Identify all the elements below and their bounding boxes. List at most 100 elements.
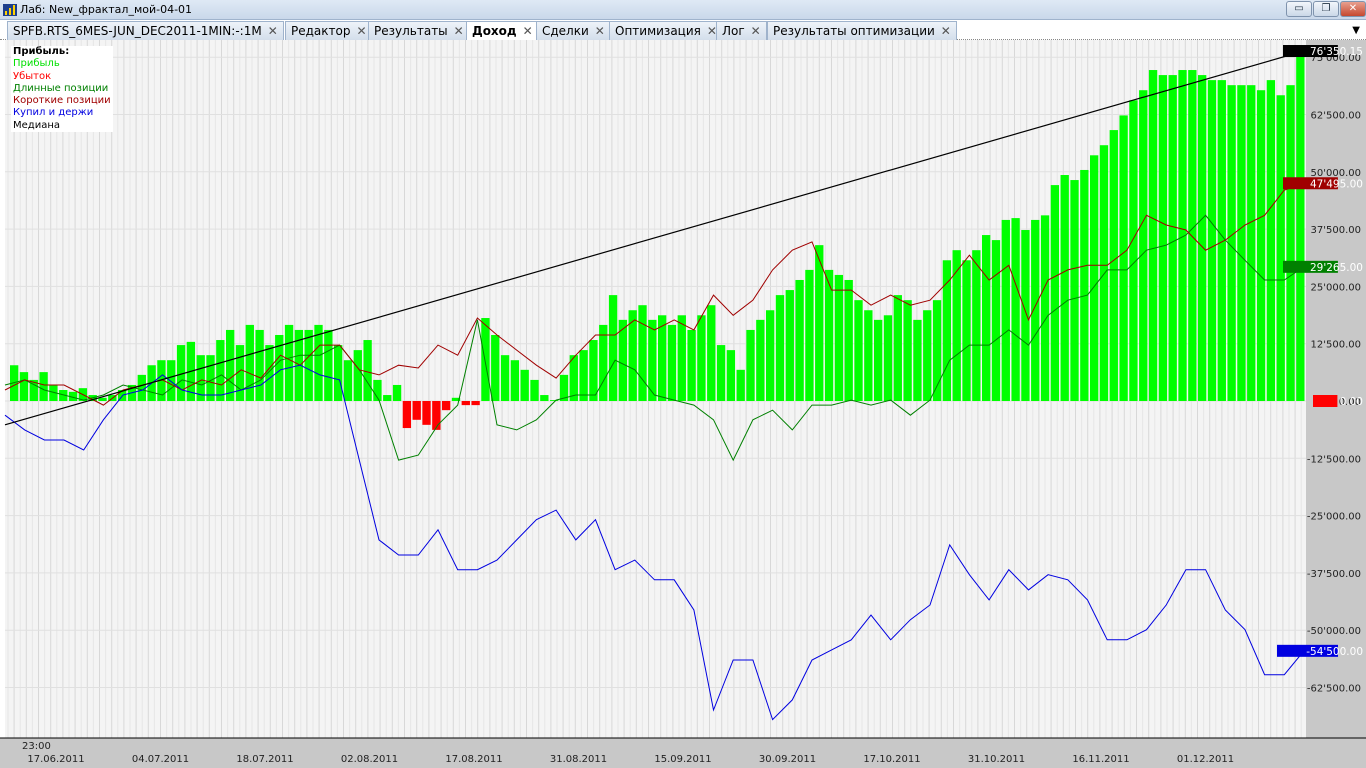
- profit-bar: [1090, 155, 1099, 401]
- tab-0[interactable]: SPFB.RTS_6MES-JUN_DEC2011-1MIN:-:1M ✕: [7, 21, 284, 40]
- profit-bar: [736, 369, 745, 401]
- profit-bar: [824, 269, 834, 401]
- tab-3[interactable]: Доход ✕: [466, 21, 539, 40]
- profit-bar: [510, 360, 520, 401]
- profit-bar: [589, 340, 598, 401]
- profit-bar: [1070, 180, 1079, 401]
- profit-bar: [1168, 75, 1177, 401]
- profit-bar: [903, 300, 912, 401]
- tab-close-icon[interactable]: ✕: [941, 24, 951, 38]
- tab-close-icon[interactable]: ✕: [595, 24, 605, 38]
- tab-5[interactable]: Оптимизация ✕: [609, 21, 723, 40]
- profit-bar: [1256, 90, 1266, 401]
- tab-close-icon[interactable]: ✕: [523, 24, 533, 38]
- y-tick-label: -37'500.00: [1307, 569, 1361, 580]
- legend-title: Прибыль:: [13, 46, 70, 57]
- tab-bar: SPFB.RTS_6MES-JUN_DEC2011-1MIN:-:1M ✕ Реда…: [0, 20, 1366, 40]
- tab-label: Редактор: [291, 24, 351, 38]
- y-tick-label: 12'500.00: [1311, 340, 1361, 351]
- profit-bar: [618, 319, 628, 401]
- profit-bar: [1099, 145, 1109, 401]
- profit-bar: [1286, 85, 1295, 401]
- profit-bar: [1119, 115, 1128, 401]
- tab-menu-icon[interactable]: ▼: [1352, 25, 1360, 36]
- profit-bar: [716, 345, 726, 401]
- profit-bar: [1050, 185, 1060, 401]
- tab-2[interactable]: Результаты ✕: [368, 21, 470, 40]
- profit-bar: [530, 379, 539, 401]
- profit-bar: [874, 319, 883, 401]
- profit-bar: [942, 260, 952, 401]
- profit-bar: [893, 295, 902, 401]
- profit-bar: [1237, 85, 1246, 401]
- profit-bar: [795, 279, 804, 401]
- profit-bar: [216, 340, 225, 401]
- profit-bar: [991, 240, 1001, 401]
- profit-bar: [608, 295, 618, 401]
- y-tick-label: 37'500.00: [1311, 225, 1361, 236]
- profit-bar: [1021, 230, 1030, 401]
- last-value-label: 47'495.00: [1310, 178, 1363, 190]
- profit-bar: [324, 329, 333, 401]
- profit-bar: [834, 274, 844, 401]
- loss-bar: [402, 401, 412, 429]
- tab-close-icon[interactable]: ✕: [751, 24, 761, 38]
- y-tick-label: 25'000.00: [1311, 282, 1361, 293]
- tab-close-icon[interactable]: ✕: [356, 24, 366, 38]
- profit-bar: [638, 305, 647, 401]
- profit-bar: [844, 279, 853, 401]
- profit-bar: [923, 310, 932, 401]
- restore-button[interactable]: ❐: [1313, 1, 1339, 17]
- profit-bar: [334, 345, 343, 401]
- profit-bar: [775, 295, 785, 401]
- loss-bar: [432, 401, 441, 430]
- profit-bar: [697, 315, 706, 401]
- profit-bar: [1139, 90, 1148, 401]
- x-tick-label: 31.10.2011: [968, 754, 1025, 765]
- profit-bar: [864, 310, 873, 401]
- profit-bar: [1109, 130, 1118, 401]
- profit-bar: [972, 250, 981, 401]
- profit-bar: [854, 300, 863, 401]
- profit-bar: [491, 334, 500, 401]
- minimize-button[interactable]: ▭: [1286, 1, 1312, 17]
- x-tick-label: 01.12.2011: [1177, 754, 1234, 765]
- y-tick-label: -50'000.00: [1307, 626, 1361, 637]
- profit-bar: [520, 369, 529, 401]
- profit-bar: [363, 340, 372, 401]
- profit-bar: [1148, 70, 1158, 401]
- profit-bar: [1207, 80, 1217, 401]
- profit-bar: [353, 350, 362, 401]
- legend-item: Убыток: [13, 70, 52, 82]
- profit-bar: [284, 324, 294, 401]
- tab-label: Оптимизация: [615, 24, 701, 38]
- tab-1[interactable]: Редактор ✕: [285, 21, 373, 40]
- income-chart: 75'000.0062'500.0050'000.0037'500.0025'0…: [0, 40, 1366, 768]
- profit-bar: [1276, 95, 1285, 402]
- profit-bar: [815, 245, 824, 401]
- profit-bar: [39, 372, 48, 401]
- tab-6[interactable]: Лог ✕: [716, 21, 767, 40]
- profit-bar: [1158, 75, 1168, 401]
- x-tick-label: 16.11.2011: [1072, 754, 1129, 765]
- profit-bar: [569, 355, 578, 401]
- profit-bar: [913, 319, 922, 401]
- profit-bar: [1040, 215, 1050, 401]
- close-button[interactable]: ✕: [1340, 1, 1366, 17]
- x-tick-label: 31.08.2011: [550, 754, 607, 765]
- profit-bar: [599, 324, 608, 401]
- profit-bar: [226, 329, 235, 401]
- tab-close-icon[interactable]: ✕: [454, 24, 464, 38]
- last-value-label: 76'350.15: [1310, 46, 1363, 58]
- profit-bar: [1266, 80, 1276, 401]
- tab-close-icon[interactable]: ✕: [268, 24, 278, 38]
- legend: Прибыль: Прибыль Убыток Длинные позиции Кор…: [11, 46, 113, 133]
- tab-label: Результаты: [374, 24, 448, 38]
- profit-bar: [952, 250, 961, 401]
- tab-4[interactable]: Сделки ✕: [536, 21, 611, 40]
- x-time-label: 23:00: [22, 741, 51, 752]
- loss-bar: [412, 401, 421, 420]
- legend-item: Длинные позиции: [13, 82, 109, 94]
- tab-7[interactable]: Результаты оптимизации ✕: [767, 21, 957, 40]
- profit-bar: [1188, 70, 1197, 401]
